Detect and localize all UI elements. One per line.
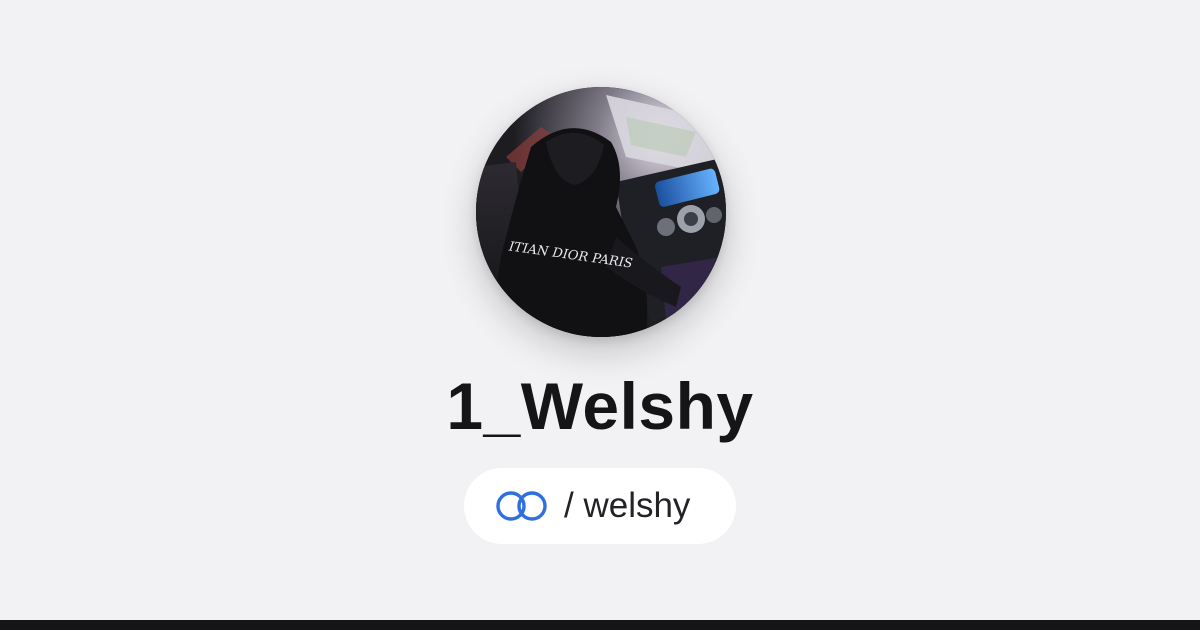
profile-photo-icon: ITIAN DIOR PARIS [476,87,726,337]
bottom-bar [0,620,1200,630]
profile-handle: / welshy [564,486,691,525]
linked-rings-icon [496,491,547,521]
avatar: ITIAN DIOR PARIS [476,87,726,337]
profile-name: 1_Welshy [446,369,754,443]
page-canvas: ITIAN DIOR PARIS 1_Welshy / welshy [0,0,1200,630]
profile-handle-pill[interactable]: / welshy [464,468,736,544]
